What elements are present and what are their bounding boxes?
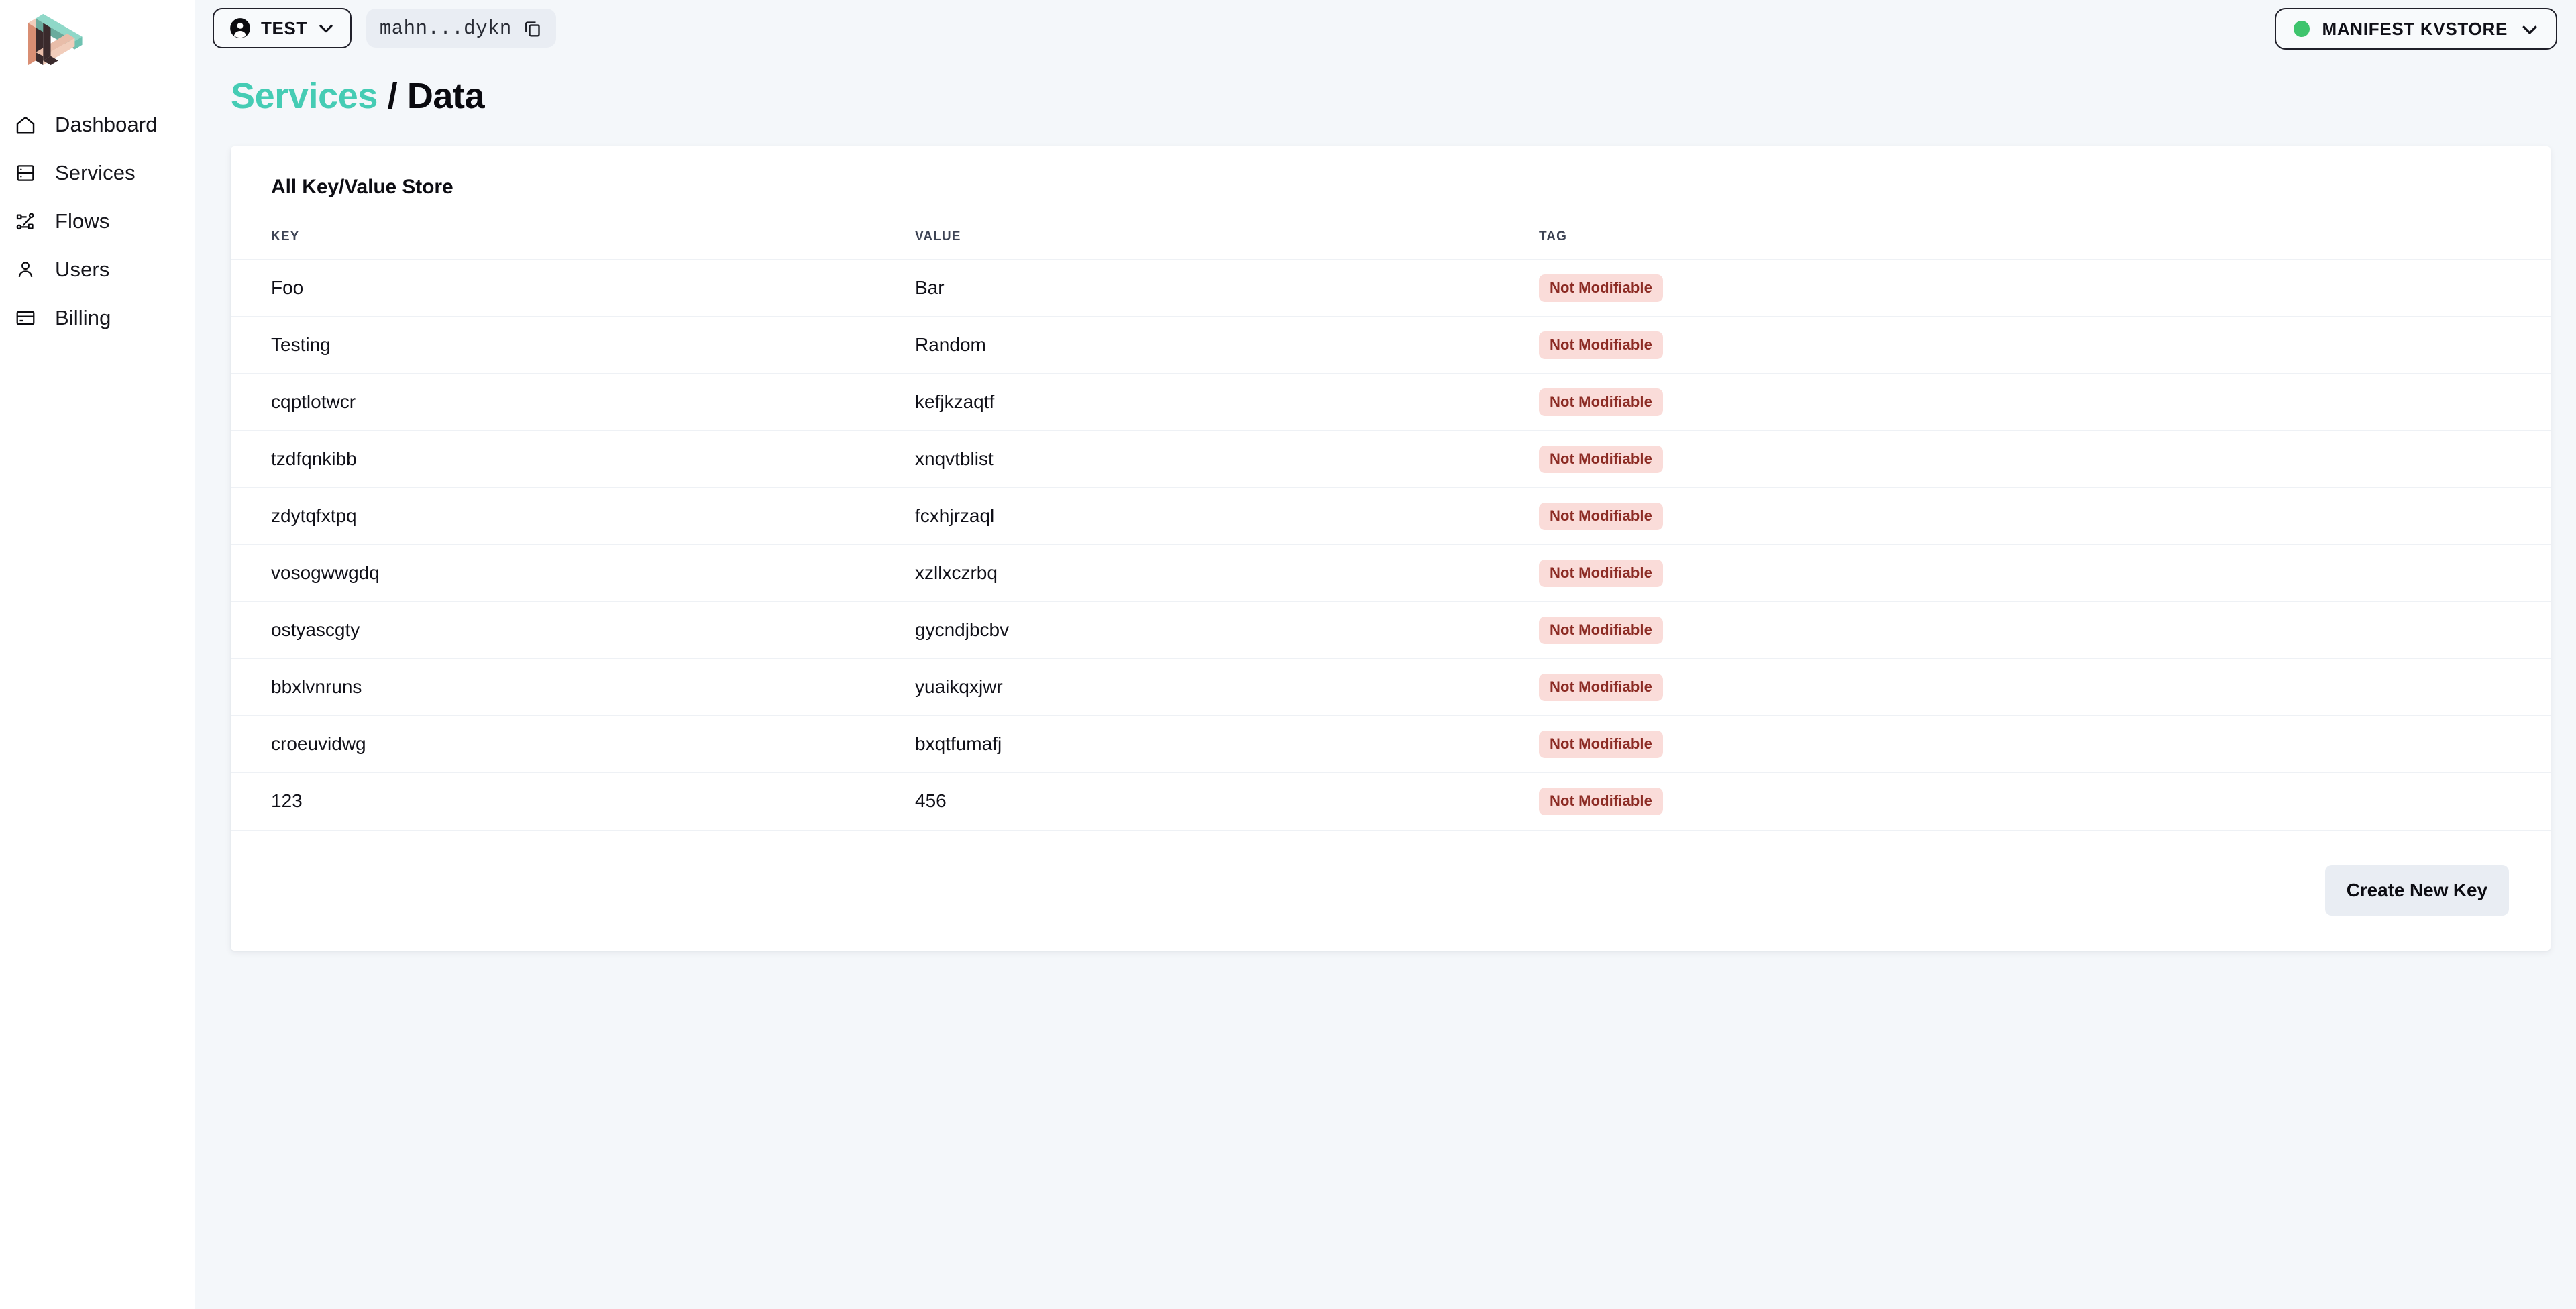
account-circle-icon xyxy=(229,17,252,40)
status-badge: Not Modifiable xyxy=(1539,673,1663,701)
chevron-down-icon xyxy=(317,19,335,38)
table-row[interactable]: ostyascgty gycndjbcbv Not Modifiable xyxy=(231,601,2551,659)
table-row[interactable]: bbxlvnruns yuaikqxjwr Not Modifiable xyxy=(231,658,2551,716)
column-header-key: KEY xyxy=(271,229,300,244)
sidebar-item-label: Dashboard xyxy=(55,113,158,136)
status-dot-icon xyxy=(2294,21,2310,37)
breadcrumb-current: Data xyxy=(407,76,485,116)
account-id-chip[interactable]: mahn...dykn xyxy=(366,9,556,48)
main-content: TEST mahn...dykn MANIFEST KVSTORE Servic… xyxy=(195,0,2576,1309)
status-badge: Not Modifiable xyxy=(1539,502,1663,530)
cell-value: yuaikqxjwr xyxy=(915,658,1539,716)
org-selector-button[interactable]: TEST xyxy=(213,8,352,48)
cell-key: zdytqfxtpq xyxy=(231,487,915,545)
table-row[interactable]: Foo Bar Not Modifiable xyxy=(231,259,2551,317)
kv-store-card: All Key/Value Store KEY VALUE TAG Foo Bar… xyxy=(231,146,2551,951)
cell-value: 456 xyxy=(915,772,1539,830)
kv-table-head: KEY VALUE TAG xyxy=(231,223,2551,260)
cell-key: cqptlotwcr xyxy=(231,373,915,431)
status-badge: Not Modifiable xyxy=(1539,787,1663,815)
cell-tag: Not Modifiable xyxy=(1539,601,2551,659)
cell-key: Foo xyxy=(231,259,915,317)
status-badge: Not Modifiable xyxy=(1539,445,1663,473)
cell-tag: Not Modifiable xyxy=(1539,658,2551,716)
cell-key: tzdfqnkibb xyxy=(231,430,915,488)
cell-key: bbxlvnruns xyxy=(231,658,915,716)
kvstore-selector-label: MANIFEST KVSTORE xyxy=(2322,18,2508,39)
table-row[interactable]: zdytqfxtpq fcxhjrzaql Not Modifiable xyxy=(231,487,2551,545)
credit-card-icon xyxy=(11,303,40,333)
status-badge: Not Modifiable xyxy=(1539,331,1663,359)
account-id-text: mahn...dykn xyxy=(379,17,512,40)
column-header-value: VALUE xyxy=(915,229,961,244)
sidebar-nav: Dashboard Services Flows Users Billing xyxy=(0,101,195,342)
chevron-down-icon xyxy=(2520,19,2538,38)
table-row[interactable]: vosogwwgdq xzllxczrbq Not Modifiable xyxy=(231,544,2551,602)
sidebar-item-label: Services xyxy=(55,161,136,185)
sidebar-item-users[interactable]: Users xyxy=(0,246,195,294)
sidebar-item-flows[interactable]: Flows xyxy=(0,197,195,246)
home-icon xyxy=(11,110,40,140)
logo-container[interactable] xyxy=(0,0,195,79)
sidebar-item-billing[interactable]: Billing xyxy=(0,294,195,342)
card-title: All Key/Value Store xyxy=(271,176,453,198)
sidebar: Dashboard Services Flows Users Billing xyxy=(0,0,195,1309)
cell-value: bxqtfumafj xyxy=(915,715,1539,773)
cell-key: 123 xyxy=(231,772,915,830)
topbar: TEST mahn...dykn MANIFEST KVSTORE xyxy=(195,0,2576,56)
column-header-tag: TAG xyxy=(1539,229,1567,244)
table-header-row: KEY VALUE TAG xyxy=(231,223,2551,260)
cell-value: Bar xyxy=(915,259,1539,317)
copy-icon[interactable] xyxy=(523,18,543,38)
cell-value: fcxhjrzaql xyxy=(915,487,1539,545)
penrose-triangle-logo xyxy=(28,13,83,66)
status-badge: Not Modifiable xyxy=(1539,616,1663,644)
cell-value: Random xyxy=(915,316,1539,374)
breadcrumb-parent[interactable]: Services xyxy=(231,76,378,116)
sidebar-item-label: Users xyxy=(55,258,110,281)
cell-key: croeuvidwg xyxy=(231,715,915,773)
app-root: Dashboard Services Flows Users Billing T… xyxy=(0,0,2576,1309)
cell-tag: Not Modifiable xyxy=(1539,487,2551,545)
cell-value: xnqvtblist xyxy=(915,430,1539,488)
kv-table: KEY VALUE TAG Foo Bar Not Modifiable Testin… xyxy=(231,223,2551,830)
cell-value: xzllxczrbq xyxy=(915,544,1539,602)
user-icon xyxy=(11,255,40,284)
table-row[interactable]: cqptlotwcr kefjkzaqtf Not Modifiable xyxy=(231,373,2551,431)
cell-tag: Not Modifiable xyxy=(1539,772,2551,830)
status-badge: Not Modifiable xyxy=(1539,559,1663,587)
sidebar-item-dashboard[interactable]: Dashboard xyxy=(0,101,195,149)
kv-table-body: Foo Bar Not Modifiable Testing Random Not Mod… xyxy=(231,259,2551,830)
cell-value: kefjkzaqtf xyxy=(915,373,1539,431)
flows-icon xyxy=(11,207,40,236)
server-icon xyxy=(11,158,40,188)
table-row[interactable]: croeuvidwg bxqtfumafj Not Modifiable xyxy=(231,715,2551,773)
breadcrumb-separator: / xyxy=(387,76,398,116)
status-badge: Not Modifiable xyxy=(1539,274,1663,302)
cell-tag: Not Modifiable xyxy=(1539,544,2551,602)
page-title: Services / Data xyxy=(231,78,2576,114)
kvstore-selector-button[interactable]: MANIFEST KVSTORE xyxy=(2275,8,2557,50)
table-row[interactable]: 123 456 Not Modifiable xyxy=(231,772,2551,830)
cell-tag: Not Modifiable xyxy=(1539,259,2551,317)
sidebar-item-label: Billing xyxy=(55,306,111,329)
cell-tag: Not Modifiable xyxy=(1539,430,2551,488)
cell-tag: Not Modifiable xyxy=(1539,373,2551,431)
cell-tag: Not Modifiable xyxy=(1539,316,2551,374)
sidebar-item-services[interactable]: Services xyxy=(0,149,195,197)
org-selector-label: TEST xyxy=(261,17,307,38)
cell-value: gycndjbcbv xyxy=(915,601,1539,659)
cell-key: ostyascgty xyxy=(231,601,915,659)
cell-key: Testing xyxy=(231,316,915,374)
sidebar-item-label: Flows xyxy=(55,209,110,233)
status-badge: Not Modifiable xyxy=(1539,730,1663,758)
table-row[interactable]: Testing Random Not Modifiable xyxy=(231,316,2551,374)
status-badge: Not Modifiable xyxy=(1539,388,1663,416)
card-footer: Create New Key xyxy=(231,829,2551,951)
table-row[interactable]: tzdfqnkibb xnqvtblist Not Modifiable xyxy=(231,430,2551,488)
cell-key: vosogwwgdq xyxy=(231,544,915,602)
create-new-key-button[interactable]: Create New Key xyxy=(2324,865,2509,916)
cell-tag: Not Modifiable xyxy=(1539,715,2551,773)
